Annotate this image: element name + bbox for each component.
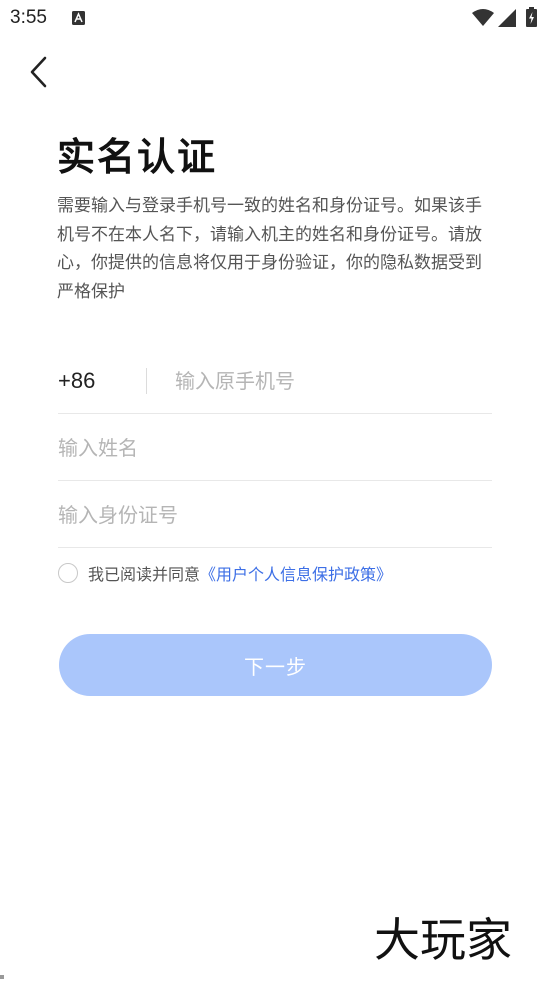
next-button[interactable]: 下一步 [59, 634, 492, 696]
back-button[interactable] [18, 52, 58, 92]
a-notification-icon [72, 11, 85, 25]
id-row [58, 482, 492, 548]
country-code-selector[interactable]: +86 [58, 368, 146, 394]
divider [146, 367, 147, 394]
watermark-logo: 大玩家 [374, 910, 544, 970]
phone-row: +86 [58, 348, 492, 414]
name-row [58, 415, 492, 481]
privacy-policy-link[interactable]: 《用户个人信息保护政策》 [200, 561, 392, 585]
battery-charging-icon [526, 7, 537, 27]
agree-text: 我已阅读并同意 [88, 565, 201, 584]
agreement-row: 我已阅读并同意 《用户个人信息保护政策》 [58, 560, 392, 586]
status-time: 3:55 [10, 7, 47, 28]
id-number-input[interactable] [58, 502, 492, 527]
phone-input[interactable] [175, 368, 492, 393]
status-bar: 3:55 [0, 0, 551, 40]
chevron-left-icon [30, 56, 47, 88]
signal-icon [498, 9, 516, 27]
name-input[interactable] [58, 435, 492, 460]
page-title: 实名认证 [57, 135, 218, 179]
description-text: 需要输入与登录手机号一致的姓名和身份证号。如果该手机号不在本人名下，请输入机主的… [57, 196, 482, 302]
corner-mark [0, 975, 4, 979]
wifi-icon [472, 9, 494, 26]
agree-checkbox[interactable] [58, 563, 78, 583]
watermark-text: 大玩家 [374, 913, 512, 967]
